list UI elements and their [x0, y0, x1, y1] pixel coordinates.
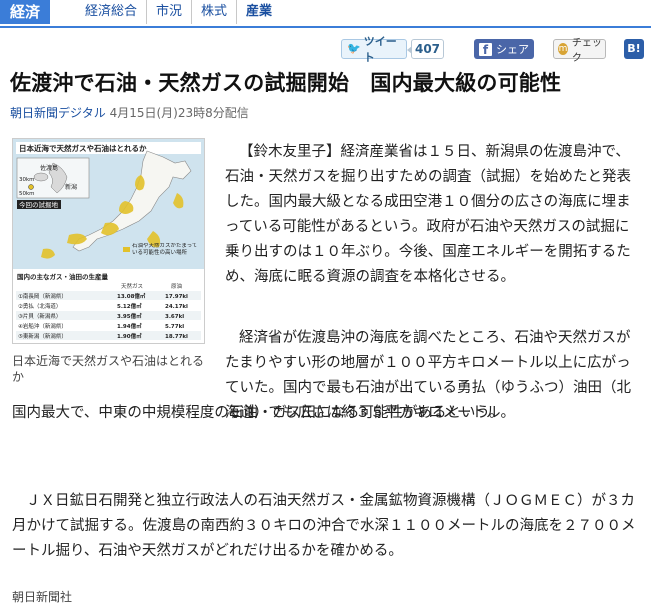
table-cell: 3.67kl	[165, 314, 184, 320]
label-sado: 佐渡島	[40, 164, 58, 172]
nav-link-economy-general[interactable]: 経済総合	[76, 0, 146, 24]
table-cell: ①南長岡（新潟県）	[18, 292, 67, 300]
table-cell: ④岩船沖（新潟県）	[18, 322, 67, 330]
table-cell: 1.94億㎥	[117, 322, 142, 330]
table-cell: 1.90億㎥	[117, 332, 142, 340]
mixi-check-button[interactable]: m チェック	[553, 38, 606, 64]
table-rows: ①南長岡（新潟県） 13.08億㎥ 17.97kl ②勇払（北海道） 5.12億…	[16, 291, 201, 340]
tweet-count: 407	[407, 39, 444, 59]
nav-link-stocks[interactable]: 株式	[191, 0, 236, 24]
article-paragraph-1: 【鈴木友里子】経済産業省は１５日、新潟県の佐渡島沖で、石油・天然ガスを掘り出すた…	[225, 144, 631, 285]
facebook-icon: f	[479, 42, 492, 57]
table-cell: 24.17kl	[165, 304, 188, 310]
mixi-icon: m	[558, 43, 568, 55]
table-title: 国内の主なガス・油田の生産量	[17, 272, 109, 281]
label-niigata: 新潟	[65, 183, 77, 191]
table-cell: 18.77kl	[165, 334, 188, 340]
source-link[interactable]: 朝日新聞デジタル	[10, 106, 106, 120]
tweet-button[interactable]: 🐦 ツイート	[341, 35, 407, 64]
hatena-bookmark-button[interactable]: B!	[624, 39, 644, 59]
table-cell: ②勇払（北海道）	[18, 302, 61, 310]
label-30km: 30km	[19, 177, 35, 183]
table-header-oil: 原油	[171, 282, 183, 290]
mixi-label: チェック	[571, 38, 602, 64]
table-cell: 5.12億㎥	[117, 302, 142, 310]
table-cell: 17.97kl	[165, 294, 188, 300]
facebook-label: シェア	[496, 43, 529, 56]
nav-link-industry[interactable]: 産業	[236, 0, 281, 24]
article-headline: 佐渡沖で石油・天然ガスの試掘開始 国内最大級の可能性	[10, 71, 562, 95]
article-figure[interactable]: 日本近海で天然ガスや石油はとれるか 佐渡島 新潟 30km 50km 今回の試掘…	[12, 138, 205, 344]
drill-site-label: 今回の試掘地	[19, 200, 59, 209]
table-cell: ③片貝（新潟県）	[18, 312, 61, 320]
nav-link-market[interactable]: 市況	[146, 0, 191, 24]
category-nav: 経済 経済総合 市況 株式 産業	[0, 0, 651, 28]
figure-caption: 日本近海で天然ガスや石油はとれるか	[12, 354, 205, 384]
legend-text-wrap: 石油や天然ガスがたまっている可能性の高い場所	[132, 243, 198, 256]
legend-swatch	[123, 247, 130, 252]
facebook-share-button[interactable]: f シェア	[474, 39, 534, 59]
table-header-gas: 天然ガス	[121, 282, 143, 290]
nav-items: 経済総合 市況 株式 産業	[76, 0, 281, 24]
publish-date: 4月15日(月)23時8分配信	[109, 106, 249, 120]
table-cell: 3.95億㎥	[117, 312, 142, 320]
tweet-label: ツイート	[363, 35, 397, 64]
article-meta: 朝日新聞デジタル 4月15日(月)23時8分配信	[10, 104, 249, 121]
table-cell: 13.08億㎥	[117, 292, 146, 300]
table-cell: ⑤東新潟（新潟県）	[18, 332, 67, 340]
twitter-bird-icon: 🐦	[347, 42, 361, 55]
article-paragraph-2-continued: 国内最大で、中東の中規模程度の石油・ガス田になる可能性があるという。	[12, 405, 504, 421]
legend-text: 石油や天然ガスがたまっている可能性の高い場所	[132, 243, 198, 256]
sado-island	[33, 172, 49, 182]
label-50km: 50km	[19, 191, 35, 197]
article-paragraph-3: ＪＸ日鉱日石開発と独立行政法人の石油天然ガス・金属鉱物資源機構（ＪＯＧＭＥＣ）が…	[12, 493, 636, 559]
drill-site-marker	[28, 184, 34, 190]
resource-map: 日本近海で天然ガスや石油はとれるか 佐渡島 新潟 30km 50km 今回の試掘…	[13, 139, 204, 343]
article-footer-source: 朝日新聞社	[12, 590, 73, 604]
table-cell: 5.77kl	[165, 324, 184, 330]
nav-tab-economy[interactable]: 経済	[0, 0, 51, 24]
map-title: 日本近海で天然ガスや石油はとれるか	[19, 143, 147, 153]
